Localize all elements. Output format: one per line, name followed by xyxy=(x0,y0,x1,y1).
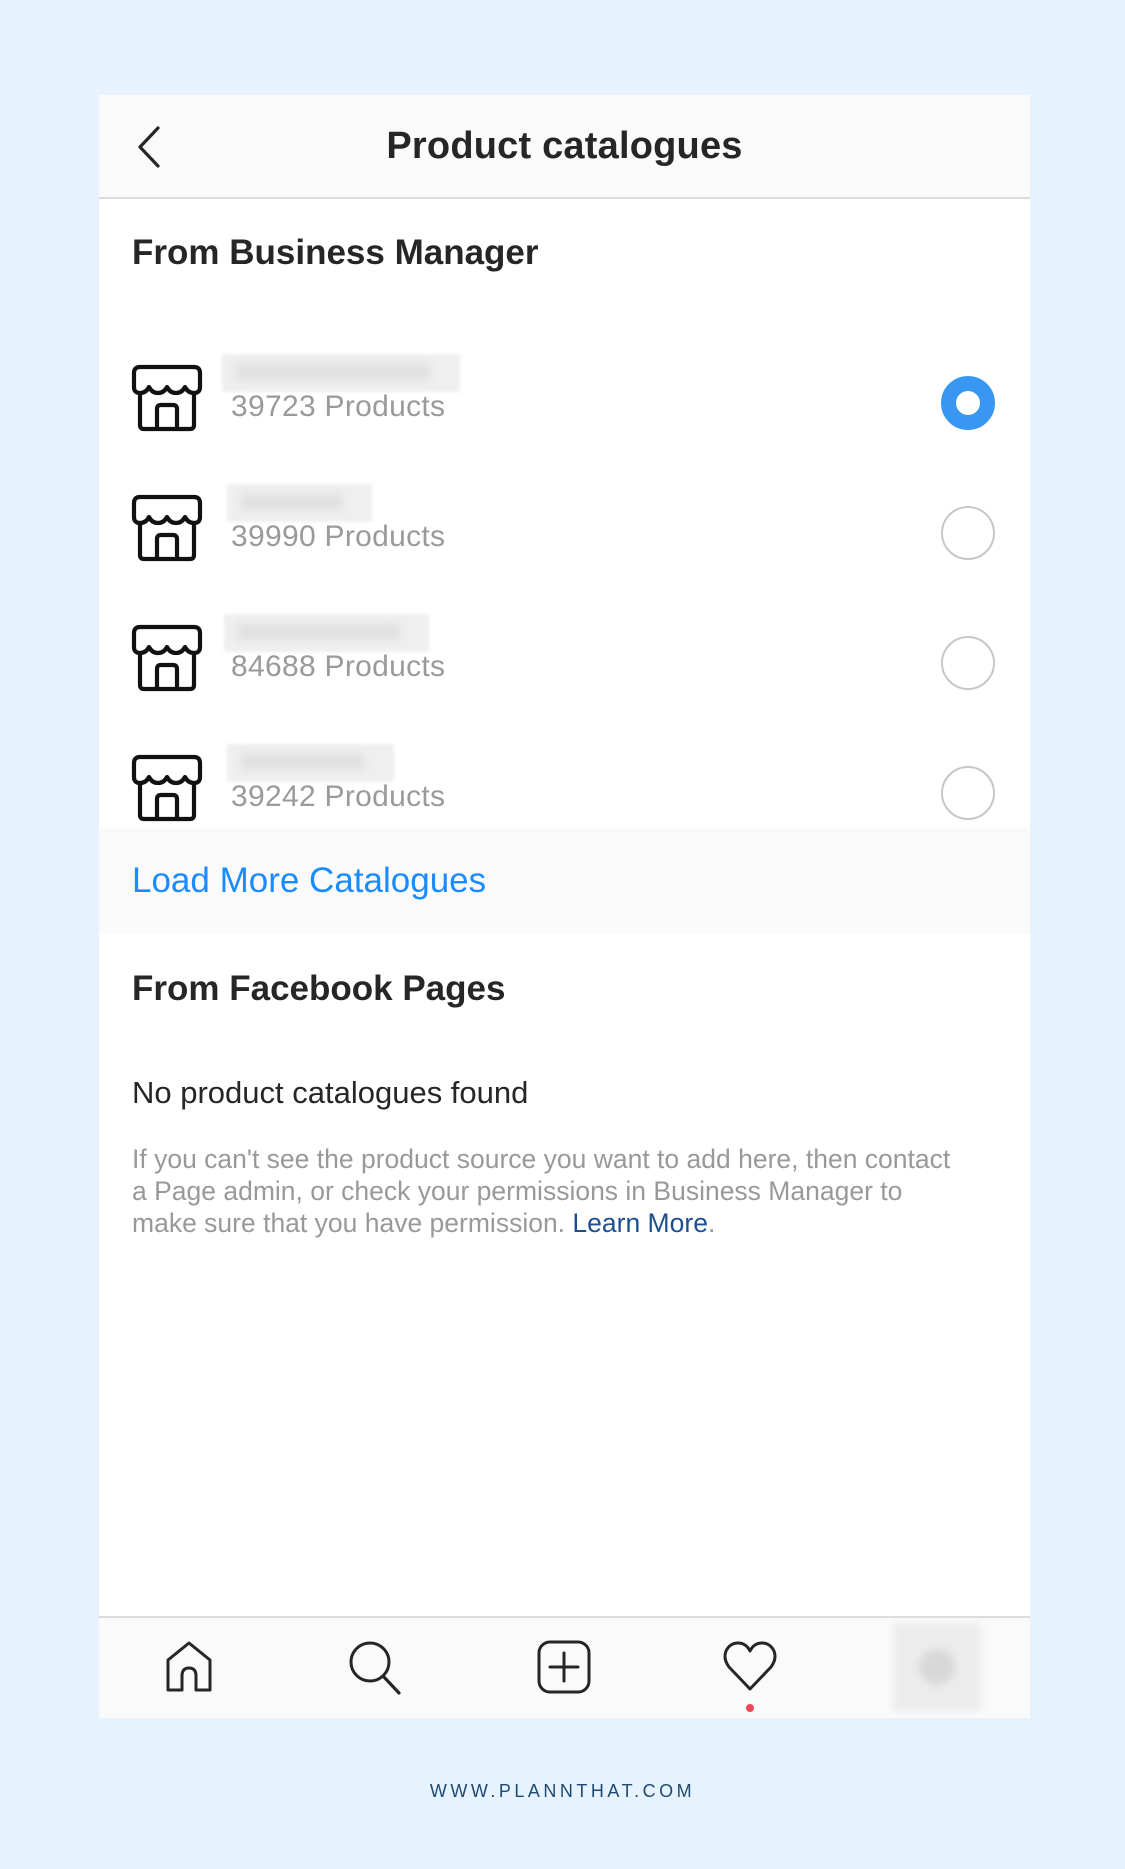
product-count: 39990 Products xyxy=(231,520,446,553)
tab-search[interactable] xyxy=(340,1632,410,1702)
learn-more-link[interactable]: Learn More xyxy=(572,1208,708,1238)
load-more-catalogues-button[interactable]: Load More Catalogues xyxy=(99,828,1030,934)
tab-profile-avatar[interactable] xyxy=(893,1623,981,1711)
catalogue-radio[interactable] xyxy=(941,636,995,690)
tab-activity[interactable] xyxy=(715,1632,785,1712)
catalogue-row[interactable]: 84688 Products xyxy=(99,598,1030,728)
page-title: Product catalogues xyxy=(386,125,743,167)
product-count: 39723 Products xyxy=(231,390,446,423)
catalogue-name-blurred xyxy=(224,614,429,652)
search-icon xyxy=(349,1641,401,1695)
catalogue-row[interactable]: 39990 Products xyxy=(99,468,1030,598)
business-manager-heading: From Business Manager xyxy=(132,233,539,272)
footer-watermark: WWW.PLANNTHAT.COM xyxy=(429,1781,696,1801)
product-count: 84688 Products xyxy=(231,650,446,683)
home-icon xyxy=(166,1641,212,1692)
shop-icon xyxy=(131,364,203,432)
load-more-label: Load More Catalogues xyxy=(132,861,487,900)
shop-icon xyxy=(131,754,203,822)
catalogue-name-blurred xyxy=(227,744,394,782)
heart-icon xyxy=(723,1641,777,1691)
catalogue-radio[interactable] xyxy=(941,766,995,820)
tab-home[interactable] xyxy=(154,1632,224,1702)
help-text-body: If you can't see the product source you … xyxy=(132,1144,951,1238)
facebook-pages-heading: From Facebook Pages xyxy=(132,969,506,1008)
help-text-suffix: . xyxy=(707,1208,716,1238)
nav-header: Product catalogues xyxy=(99,95,1030,199)
catalogue-radio[interactable] xyxy=(941,506,995,560)
tab-new-post[interactable] xyxy=(529,1632,599,1702)
shop-icon xyxy=(131,624,203,692)
catalogue-row[interactable]: 39723 Products xyxy=(99,338,1030,468)
product-count: 39242 Products xyxy=(231,780,446,813)
help-text: If you can't see the product source you … xyxy=(132,1143,952,1239)
bottom-tab-bar xyxy=(99,1616,1030,1718)
empty-state-title: No product catalogues found xyxy=(132,1075,529,1110)
notification-dot xyxy=(746,1704,754,1712)
shop-icon xyxy=(131,494,203,562)
catalogue-name-blurred xyxy=(222,354,460,392)
catalogue-radio-selected[interactable] xyxy=(941,376,995,430)
add-post-icon xyxy=(537,1640,591,1694)
catalogue-name-blurred xyxy=(227,484,372,522)
phone-screen: Product catalogues From Business Manager… xyxy=(99,95,1030,1718)
